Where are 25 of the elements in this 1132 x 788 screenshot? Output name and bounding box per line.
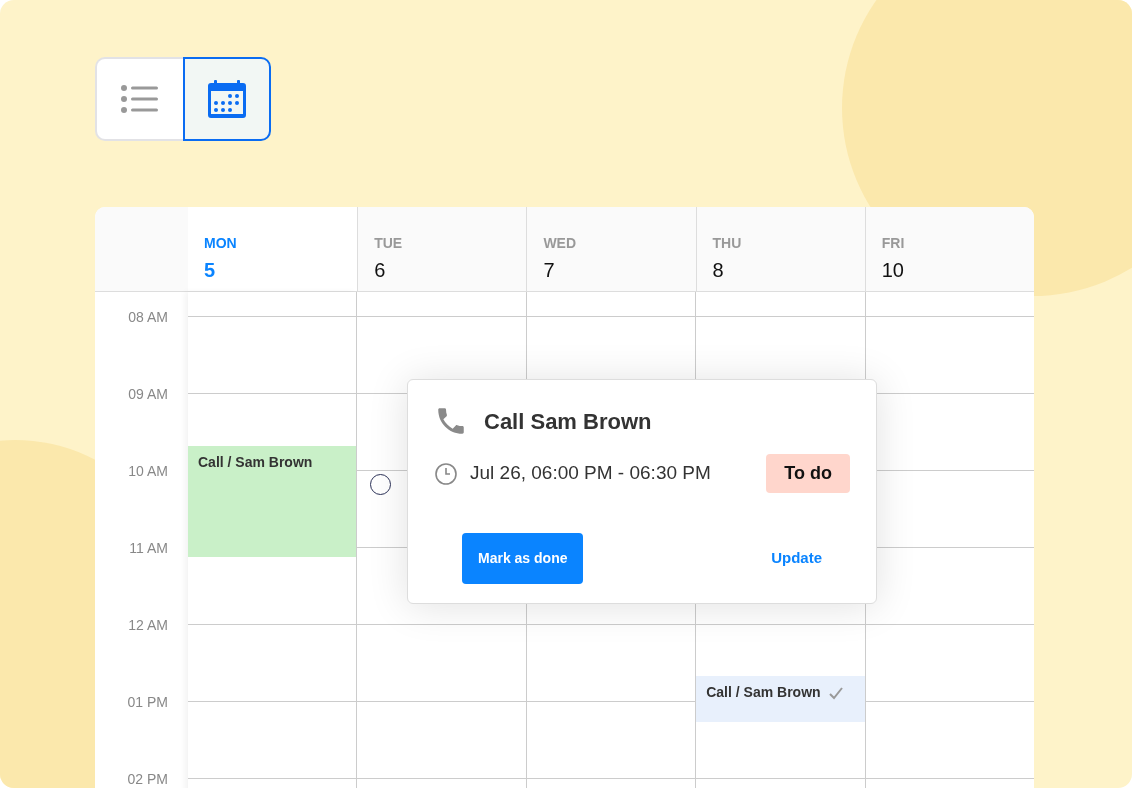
mark-as-done-button[interactable]: Mark as done — [462, 533, 584, 584]
hour-label: 10 AM — [128, 462, 168, 481]
day-header[interactable]: WED 7 — [526, 207, 696, 291]
day-header[interactable]: THU 8 — [695, 207, 865, 291]
calendar-event[interactable]: Call / Sam Brown — [696, 676, 865, 722]
status-badge: To do — [766, 454, 850, 493]
event-time: Jul 26, 06:00 PM - 06:30 PM — [470, 461, 711, 486]
hour-label: 11 AM — [129, 539, 168, 558]
hour-label: 12 AM — [128, 616, 168, 635]
event-title: Call Sam Brown — [484, 407, 652, 436]
check-icon — [828, 686, 845, 701]
day-header[interactable]: FRI 10 — [864, 207, 1034, 291]
hour-label: 09 AM — [128, 385, 168, 404]
day-header[interactable]: MON 5 — [188, 207, 358, 291]
clock-icon — [434, 461, 458, 486]
hour-label: 08 AM — [128, 308, 168, 327]
calendar-event[interactable]: Call / Sam Brown — [188, 446, 357, 557]
hour-label: 01 PM — [127, 693, 168, 712]
day-header[interactable]: TUE 6 — [357, 207, 527, 291]
list-view-button[interactable] — [95, 57, 183, 141]
hour-label: 02 PM — [127, 770, 168, 788]
list-icon — [120, 84, 160, 114]
calendar-icon — [207, 79, 247, 119]
calendar-view-button[interactable] — [183, 57, 271, 141]
update-link[interactable]: Update — [771, 547, 822, 570]
